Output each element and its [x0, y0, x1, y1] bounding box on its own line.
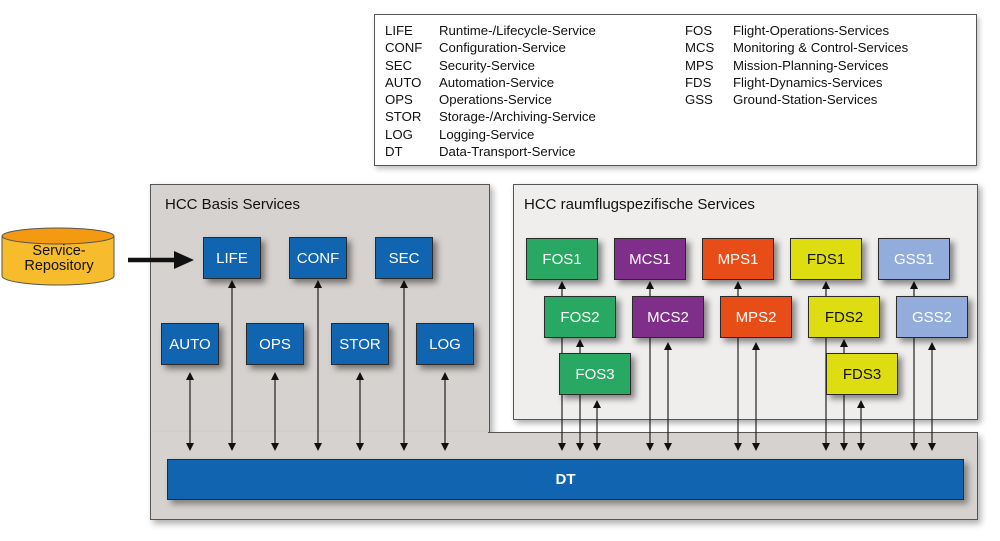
dt-bus[interactable]: DT	[167, 459, 964, 500]
service-label: SEC	[388, 249, 420, 267]
repository-label-line: Repository	[24, 258, 94, 274]
service-box-mps1[interactable]: MPS1	[702, 238, 774, 280]
legend-abbr: LOG	[385, 126, 413, 142]
service-label: GSS2	[911, 308, 953, 326]
service-box-mps2[interactable]: MPS2	[720, 296, 792, 338]
legend-desc: Mission-Planning-Services	[733, 57, 889, 73]
service-box-fds3[interactable]: FDS3	[826, 353, 898, 395]
service-label: FDS3	[842, 365, 882, 383]
service-label: FOS1	[542, 250, 582, 268]
legend-desc: Storage-/Archiving-Service	[439, 109, 596, 125]
service-label: GSS1	[893, 250, 935, 268]
legend-row: MPS Mission-Planning-Services	[685, 57, 908, 74]
legend-desc: Monitoring & Control-Services	[733, 40, 909, 56]
legend-abbr: DT	[385, 144, 403, 160]
service-box-gss2[interactable]: GSS2	[896, 296, 968, 338]
service-label: FOS2	[560, 308, 600, 326]
legend-desc: Logging-Service	[439, 126, 535, 142]
service-label: OPS	[259, 335, 291, 353]
service-box-auto[interactable]: AUTO	[161, 323, 219, 365]
legend-row: OPS Operations-Service	[385, 91, 596, 108]
legend-abbr: AUTO	[385, 74, 422, 90]
legend-abbr: MCS	[685, 40, 715, 56]
service-box-fds2[interactable]: FDS2	[808, 296, 880, 338]
legend-row: AUTO Automation-Service	[385, 74, 596, 91]
legend-row: LOG Logging-Service	[385, 126, 596, 143]
legend-abbr: GSS	[685, 92, 713, 108]
service-box-mcs1[interactable]: MCS1	[614, 238, 686, 280]
legend-desc: Automation-Service	[439, 74, 555, 90]
service-box-mcs2[interactable]: MCS2	[632, 296, 704, 338]
legend-row: SEC Security-Service	[385, 57, 596, 74]
legend-row: CONF Configuration-Service	[385, 39, 596, 56]
repository-label: Service- Repository	[0, 244, 118, 274]
legend-abbr: SEC	[385, 57, 413, 73]
basis-services-panel: HCC Basis Services	[150, 184, 490, 434]
legend-desc: Configuration-Service	[439, 40, 566, 56]
service-box-ops[interactable]: OPS	[246, 323, 304, 365]
legend-desc: Data-Transport-Service	[439, 144, 576, 160]
legend-abbr: STOR	[385, 109, 422, 125]
legend-abbr: FDS	[685, 74, 712, 90]
service-label: MCS2	[647, 308, 689, 326]
basis-panel-title: HCC Basis Services	[165, 196, 301, 213]
service-label: FOS3	[575, 365, 615, 383]
legend-box: LIFE Runtime-/Lifecycle-Service CONF Confi…	[374, 14, 977, 166]
repository-label-line: Service-	[32, 243, 86, 259]
service-label: CONF	[296, 249, 340, 267]
legend-basis-column: LIFE Runtime-/Lifecycle-Service CONF Confi…	[385, 22, 596, 160]
service-label: MPS2	[735, 308, 777, 326]
legend-abbr: CONF	[385, 40, 423, 56]
panel-border	[488, 432, 978, 433]
legend-desc: Runtime-/Lifecycle-Service	[439, 23, 596, 38]
legend-row: LIFE Runtime-/Lifecycle-Service	[385, 22, 596, 39]
legend-desc: Ground-Station-Services	[733, 92, 878, 108]
legend-abbr: OPS	[385, 92, 413, 108]
service-box-log[interactable]: LOG	[416, 323, 474, 365]
service-label: LIFE	[216, 249, 248, 267]
service-box-life[interactable]: LIFE	[203, 237, 261, 279]
legend-abbr: LIFE	[385, 23, 413, 38]
service-label: MPS1	[717, 250, 759, 268]
service-box-fos2[interactable]: FOS2	[544, 296, 616, 338]
legend-row: STOR Storage-/Archiving-Service	[385, 108, 596, 125]
service-box-fos3[interactable]: FOS3	[559, 353, 631, 395]
legend-desc: Flight-Dynamics-Services	[733, 74, 883, 90]
service-label: MCS1	[629, 250, 671, 268]
legend-desc: Security-Service	[439, 57, 536, 73]
service-label: FDS1	[806, 250, 846, 268]
legend-row: DT Data-Transport-Service	[385, 143, 596, 160]
service-box-sec[interactable]: SEC	[375, 237, 433, 279]
repository-arrow-icon	[128, 251, 194, 269]
legend-row: MCS Monitoring & Control-Services	[685, 39, 908, 56]
space-panel-title: HCC raumflugspezifische Services	[524, 196, 755, 213]
dt-bus-label: DT	[555, 471, 576, 488]
service-box-fos1[interactable]: FOS1	[526, 238, 598, 280]
legend-desc: Flight-Operations-Services	[733, 23, 890, 38]
service-box-gss1[interactable]: GSS1	[878, 238, 950, 280]
service-label: FDS2	[824, 308, 864, 326]
legend-abbr: FOS	[685, 23, 713, 38]
legend-row: FDS Flight-Dynamics-Services	[685, 74, 908, 91]
service-repository: Service- Repository	[0, 226, 118, 288]
service-label: AUTO	[169, 335, 211, 353]
service-box-conf[interactable]: CONF	[289, 237, 347, 279]
legend-row: GSS Ground-Station-Services	[685, 91, 908, 108]
legend-row: FOS Flight-Operations-Services	[685, 22, 908, 39]
legend-abbr: MPS	[685, 57, 714, 73]
service-box-stor[interactable]: STOR	[331, 323, 389, 365]
legend-desc: Operations-Service	[439, 92, 552, 108]
service-label: LOG	[429, 335, 461, 353]
service-box-fds1[interactable]: FDS1	[790, 238, 862, 280]
legend-space-column: FOS Flight-Operations-Services MCS Monitor…	[685, 22, 908, 108]
service-label: STOR	[339, 335, 381, 353]
